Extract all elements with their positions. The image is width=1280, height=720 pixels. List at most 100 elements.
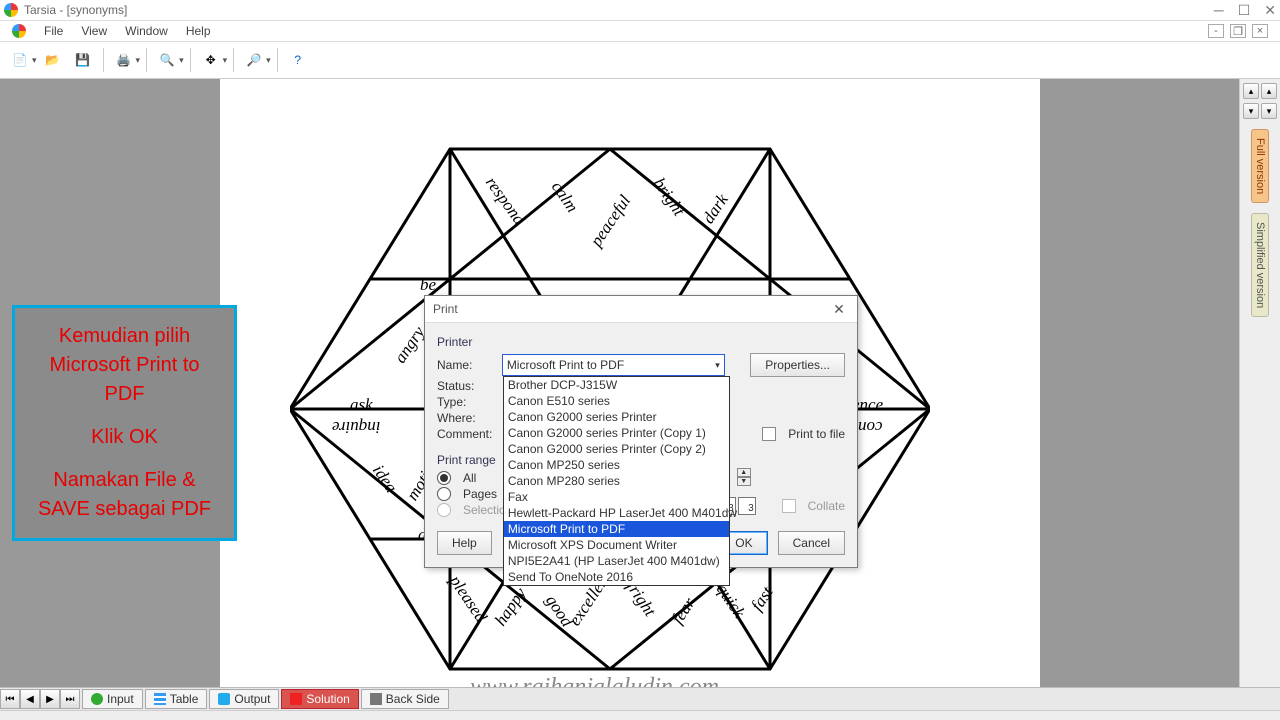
printer-option[interactable]: Canon G2000 series Printer bbox=[504, 409, 729, 425]
callout-line: Microsoft Print to bbox=[17, 351, 232, 380]
nav-next-icon[interactable]: ▶ bbox=[40, 689, 60, 709]
callout-line: Namakan File & bbox=[17, 466, 232, 495]
back-side-icon bbox=[370, 693, 382, 705]
bottom-tab-bar: ⏮ ◀ ▶ ⏭ Input Table Output Solution Back… bbox=[0, 687, 1280, 710]
close-icon[interactable]: ✕ bbox=[1264, 2, 1276, 19]
menu-view[interactable]: View bbox=[81, 24, 107, 38]
title-bar: Tarsia - [synonyms] ─ ☐ ✕ bbox=[0, 0, 1280, 21]
printer-option[interactable]: Canon G2000 series Printer (Copy 2) bbox=[504, 441, 729, 457]
tab-back-side[interactable]: Back Side bbox=[361, 689, 449, 709]
printer-option[interactable]: Microsoft Print to PDF bbox=[504, 521, 729, 537]
right-gutter: ▴ ▴ ▾ ▾ Full version Simplified version bbox=[1239, 79, 1280, 687]
nav-prev-icon[interactable]: ◀ bbox=[20, 689, 40, 709]
zoom-dropdown-icon[interactable]: ▾ bbox=[179, 55, 184, 66]
word-con: con bbox=[858, 417, 883, 437]
printer-selected-value: Microsoft Print to PDF bbox=[507, 358, 624, 372]
fit-button[interactable]: 🔎 bbox=[240, 46, 268, 74]
printer-option[interactable]: Send To OneNote 2016 bbox=[504, 569, 729, 585]
menu-window[interactable]: Window bbox=[125, 24, 168, 38]
tab-simplified-version[interactable]: Simplified version bbox=[1251, 213, 1269, 317]
callout-line: SAVE sebagai PDF bbox=[17, 495, 232, 524]
callout-line: Kemudian pilih bbox=[17, 322, 232, 351]
tab-full-version[interactable]: Full version bbox=[1251, 129, 1269, 203]
printer-option[interactable]: Canon G2000 series Printer (Copy 1) bbox=[504, 425, 729, 441]
scroll-down2-icon[interactable]: ▾ bbox=[1261, 103, 1277, 119]
help-button[interactable]: Help bbox=[437, 531, 492, 555]
printer-option[interactable]: Hewlett-Packard HP LaserJet 400 M401dw bbox=[504, 505, 729, 521]
properties-button[interactable]: Properties... bbox=[750, 353, 845, 377]
copies-up-icon[interactable]: ▲ bbox=[737, 468, 751, 477]
where-label: Where: bbox=[437, 411, 497, 425]
range-pages-radio[interactable] bbox=[437, 487, 451, 501]
menu-help[interactable]: Help bbox=[186, 24, 211, 38]
mdi-close-icon[interactable]: × bbox=[1252, 24, 1268, 38]
mdi-restore-icon[interactable]: ❐ bbox=[1230, 24, 1246, 38]
printer-dropdown[interactable]: Brother DCP-J315WCanon E510 seriesCanon … bbox=[503, 376, 730, 586]
printer-select[interactable]: Microsoft Print to PDF ▾ Brother DCP-J31… bbox=[502, 354, 725, 376]
collate-label: Collate bbox=[808, 499, 845, 513]
word-begin: be bbox=[420, 275, 436, 295]
scroll-up-icon[interactable]: ▴ bbox=[1243, 83, 1259, 99]
scroll-up2-icon[interactable]: ▴ bbox=[1261, 83, 1277, 99]
workspace: respond calm peaceful bright dark be ang… bbox=[0, 79, 1280, 687]
collate-checkbox bbox=[782, 499, 796, 513]
printer-option[interactable]: NPI5E2A41 (HP LaserJet 400 M401dw) bbox=[504, 553, 729, 569]
tab-input[interactable]: Input bbox=[82, 689, 143, 709]
help-button[interactable]: ? bbox=[284, 46, 312, 74]
range-selection-radio bbox=[437, 503, 451, 517]
app-icon bbox=[4, 3, 18, 17]
chevron-down-icon[interactable]: ▾ bbox=[715, 360, 720, 371]
fit-dropdown-icon[interactable]: ▾ bbox=[266, 55, 271, 66]
print-to-file-checkbox[interactable] bbox=[762, 427, 776, 441]
watermark-text: www.raihanjalaludin.com bbox=[470, 674, 719, 687]
printer-option[interactable]: Fax bbox=[504, 489, 729, 505]
instruction-callout: Kemudian pilih Microsoft Print to PDF Kl… bbox=[12, 305, 237, 541]
print-button[interactable]: 🖨️ bbox=[110, 46, 138, 74]
callout-line: PDF bbox=[17, 380, 232, 409]
menu-bar: File View Window Help - ❐ × bbox=[0, 21, 1280, 42]
name-label: Name: bbox=[437, 358, 494, 372]
scroll-down-icon[interactable]: ▾ bbox=[1243, 103, 1259, 119]
printer-option[interactable]: Canon MP280 series bbox=[504, 473, 729, 489]
printer-option[interactable]: Canon MP250 series bbox=[504, 457, 729, 473]
printer-option[interactable]: Canon E510 series bbox=[504, 393, 729, 409]
print-dropdown-icon[interactable]: ▾ bbox=[136, 55, 141, 66]
status-label: Status: bbox=[437, 379, 497, 393]
word-inquire: inquire bbox=[332, 417, 380, 437]
table-icon bbox=[154, 693, 166, 705]
copies-down-icon[interactable]: ▼ bbox=[737, 477, 751, 486]
range-all-radio[interactable] bbox=[437, 471, 451, 485]
open-button[interactable]: 📂 bbox=[39, 46, 67, 74]
save-button[interactable]: 💾 bbox=[69, 46, 97, 74]
printer-option[interactable]: Brother DCP-J315W bbox=[504, 377, 729, 393]
callout-line: Klik OK bbox=[17, 423, 232, 452]
output-icon bbox=[218, 693, 230, 705]
tab-table[interactable]: Table bbox=[145, 689, 208, 709]
type-label: Type: bbox=[437, 395, 497, 409]
tab-solution[interactable]: Solution bbox=[281, 689, 358, 709]
zoom-button[interactable]: 🔍 bbox=[153, 46, 181, 74]
printer-option[interactable]: Microsoft XPS Document Writer bbox=[504, 537, 729, 553]
window-title: Tarsia - [synonyms] bbox=[24, 3, 127, 17]
app-icon-small bbox=[12, 24, 26, 38]
print-dialog: Print ✕ Printer Name: Microsoft Print to… bbox=[424, 295, 858, 568]
nav-last-icon[interactable]: ⏭ bbox=[60, 689, 80, 709]
cancel-button[interactable]: Cancel bbox=[778, 531, 845, 555]
range-pages-label: Pages bbox=[463, 487, 497, 501]
new-button[interactable]: 📄 bbox=[6, 46, 34, 74]
menu-file[interactable]: File bbox=[44, 24, 63, 38]
maximize-icon[interactable]: ☐ bbox=[1238, 2, 1251, 19]
tab-output[interactable]: Output bbox=[209, 689, 279, 709]
nav-first-icon[interactable]: ⏮ bbox=[0, 689, 20, 709]
dialog-title: Print bbox=[433, 302, 458, 316]
new-dropdown-icon[interactable]: ▾ bbox=[32, 55, 37, 66]
toolbar: 📄▾ 📂 💾 🖨️▾ 🔍▾ ✥▾ 🔎▾ ? bbox=[0, 42, 1280, 79]
nav-dropdown-icon[interactable]: ▾ bbox=[223, 55, 228, 66]
input-icon bbox=[91, 693, 103, 705]
nav-button[interactable]: ✥ bbox=[197, 46, 225, 74]
comment-label: Comment: bbox=[437, 427, 497, 441]
status-bar bbox=[0, 710, 1280, 720]
minimize-icon[interactable]: ─ bbox=[1214, 2, 1224, 19]
mdi-minimize-icon[interactable]: - bbox=[1208, 24, 1224, 38]
dialog-close-icon[interactable]: ✕ bbox=[829, 301, 849, 318]
